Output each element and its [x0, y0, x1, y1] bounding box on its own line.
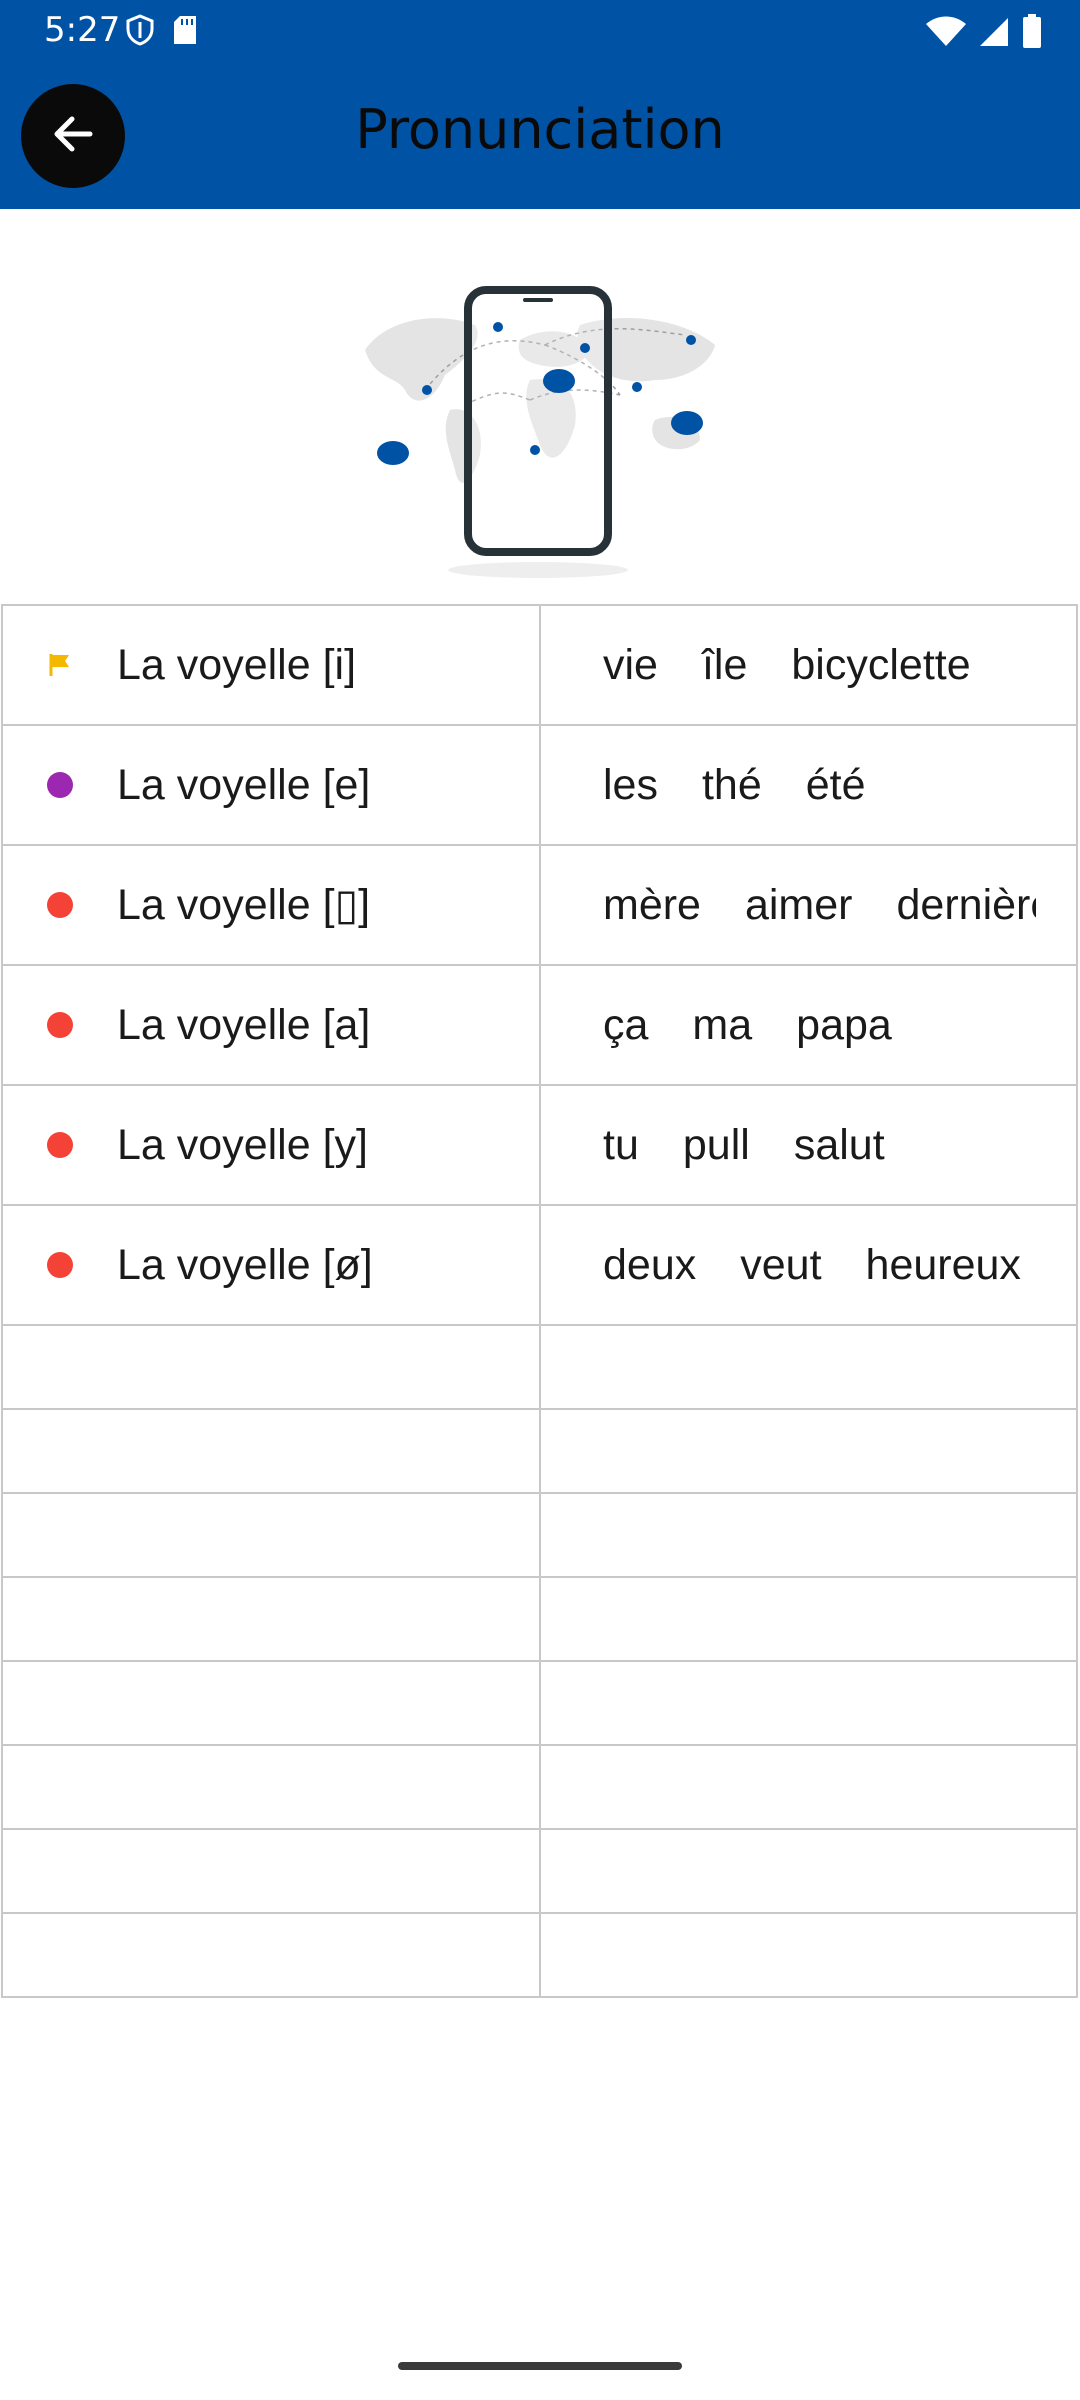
- examples-cell: tu pull salut: [539, 1086, 1078, 1204]
- vowel-cell: La voyelle [y]: [1, 1086, 539, 1204]
- table-row[interactable]: La voyelle [ø] deux veut heureux: [1, 1206, 1078, 1326]
- vowel-label: La voyelle [▯]: [117, 881, 371, 929]
- table-row[interactable]: La voyelle [e] les thé été: [1, 726, 1078, 846]
- examples-cell: ça ma papa: [539, 966, 1078, 1084]
- example-word: aimer: [744, 880, 853, 929]
- status-time: 5:27: [44, 10, 121, 50]
- examples-cell: deux veut heureux: [539, 1206, 1078, 1324]
- vowel-cell: La voyelle [a]: [1, 966, 539, 1084]
- example-word: heureux: [865, 1240, 1021, 1289]
- app-bar: 5:27 Pronunciation: [0, 0, 1080, 209]
- example-word: bicyclette: [791, 640, 971, 689]
- empty-cell: [1, 1494, 539, 1576]
- example-word: les: [603, 760, 658, 809]
- example-word: ça: [603, 1000, 649, 1049]
- home-indicator[interactable]: [398, 2362, 682, 2370]
- example-word: salut: [793, 1120, 885, 1169]
- pronunciation-table: La voyelle [i] vie île bicyclette La voyel…: [1, 604, 1078, 1998]
- empty-cell: [1, 1578, 539, 1660]
- status-dot: [47, 1252, 73, 1278]
- vowel-cell: La voyelle [ø]: [1, 1206, 539, 1324]
- empty-cell: [1, 1410, 539, 1492]
- status-dot: [47, 1132, 73, 1158]
- example-word: veut: [740, 1240, 822, 1289]
- example-word: papa: [796, 1000, 892, 1049]
- status-bar: 5:27: [0, 0, 1080, 64]
- battery-icon: [1022, 14, 1042, 52]
- empty-cell: [1, 1746, 539, 1828]
- empty-row: [1, 1914, 1078, 1998]
- empty-cell: [539, 1746, 1078, 1828]
- table-row[interactable]: La voyelle [▯] mère aimer dernière: [1, 846, 1078, 966]
- status-dot: [47, 772, 73, 798]
- vowel-label: La voyelle [e]: [117, 760, 371, 809]
- cell-signal-icon: [978, 16, 1010, 52]
- shield-icon: [126, 14, 154, 50]
- sd-card-icon: [172, 14, 198, 50]
- empty-row: [1, 1746, 1078, 1830]
- empty-cell: [539, 1830, 1078, 1912]
- examples-cell: vie île bicyclette: [539, 606, 1078, 724]
- phone-world-map-illustration: [355, 280, 725, 580]
- table-row[interactable]: La voyelle [i] vie île bicyclette: [1, 606, 1078, 726]
- vowel-cell: La voyelle [▯]: [1, 846, 539, 964]
- empty-row: [1, 1494, 1078, 1578]
- empty-row: [1, 1410, 1078, 1494]
- flag-icon: [47, 652, 73, 678]
- empty-row: [1, 1662, 1078, 1746]
- empty-row: [1, 1326, 1078, 1410]
- vowel-cell: La voyelle [i]: [1, 606, 539, 724]
- empty-cell: [1, 1914, 539, 1996]
- vowel-cell: La voyelle [e]: [1, 726, 539, 844]
- status-dot: [47, 892, 73, 918]
- vowel-label: La voyelle [y]: [117, 1120, 368, 1169]
- vowel-label: La voyelle [a]: [117, 1000, 371, 1049]
- empty-cell: [1, 1326, 539, 1408]
- examples-cell: mère aimer dernière: [539, 846, 1078, 964]
- empty-cell: [539, 1410, 1078, 1492]
- example-word: pull: [682, 1120, 750, 1169]
- wifi-icon: [926, 16, 966, 52]
- examples-cell: les thé été: [539, 726, 1078, 844]
- empty-cell: [539, 1326, 1078, 1408]
- empty-cell: [539, 1578, 1078, 1660]
- page-title: Pronunciation: [355, 98, 725, 161]
- example-word: île: [701, 640, 748, 689]
- example-word: été: [805, 760, 866, 809]
- example-word: mère: [603, 880, 701, 929]
- table-row[interactable]: La voyelle [a] ça ma papa: [1, 966, 1078, 1086]
- example-word: deux: [603, 1240, 697, 1289]
- empty-row: [1, 1578, 1078, 1662]
- example-word: dernière: [896, 880, 1037, 929]
- empty-cell: [1, 1830, 539, 1912]
- empty-cell: [539, 1494, 1078, 1576]
- status-dot: [47, 1012, 73, 1038]
- empty-cell: [539, 1914, 1078, 1996]
- example-word: ma: [692, 1000, 753, 1049]
- empty-cell: [539, 1662, 1078, 1744]
- example-word: tu: [603, 1120, 639, 1169]
- table-row[interactable]: La voyelle [y] tu pull salut: [1, 1086, 1078, 1206]
- example-word: thé: [701, 760, 762, 809]
- empty-cell: [1, 1662, 539, 1744]
- vowel-label: La voyelle [i]: [117, 640, 357, 689]
- empty-row: [1, 1830, 1078, 1914]
- vowel-label: La voyelle [ø]: [117, 1240, 373, 1289]
- example-word: vie: [603, 640, 658, 689]
